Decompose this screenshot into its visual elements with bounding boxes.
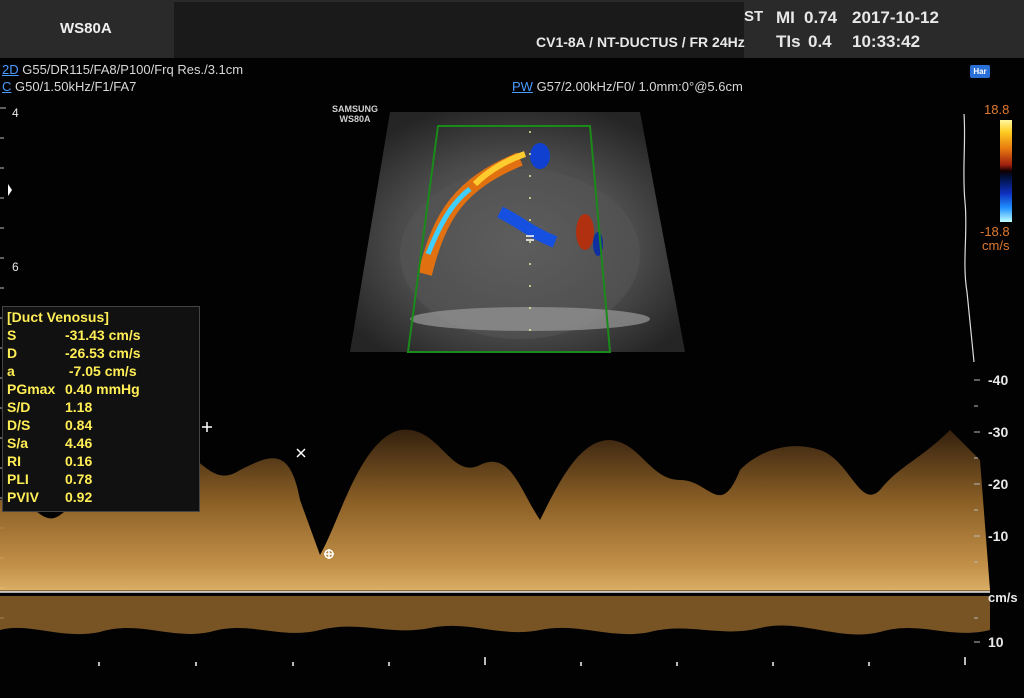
exam-date: 2017-10-12 — [852, 8, 939, 27]
logo-line-2: WS80A — [339, 114, 371, 124]
device-model: WS80A — [60, 20, 112, 37]
measurement-key: a — [7, 363, 15, 379]
tis-label: TIs — [776, 32, 801, 51]
measurement-value: 0.40 mmHg — [65, 381, 140, 397]
measurement-key: RI — [7, 453, 21, 469]
velocity-label-0: -40 — [988, 372, 1009, 388]
tis-value: 0.4 — [808, 32, 832, 51]
measurement-key: S/a — [7, 435, 29, 451]
measurement-value: -26.53 cm/s — [65, 345, 141, 361]
measurement-key: D — [7, 345, 18, 361]
measurement-row: PGmax 0.40 mmHg — [7, 380, 195, 398]
color-params-text: G50/1.50kHz/F1/FA7 — [11, 79, 137, 94]
measurement-row: S/D 1.18 — [7, 398, 195, 416]
measurement-value: 4.46 — [65, 435, 93, 451]
logo-line-1: SAMSUNG — [331, 104, 378, 114]
velocity-label-3: -10 — [988, 528, 1009, 544]
measurement-row: a -7.05 cm/s — [7, 362, 195, 380]
color-scale-unit: cm/s — [982, 238, 1010, 253]
color-mode-link[interactable]: C — [2, 79, 11, 94]
velocity-unit: cm/s — [988, 590, 1018, 605]
harmonic-badge[interactable]: Har — [970, 65, 990, 78]
measurement-row: PLI 0.78 — [7, 470, 195, 488]
measurement-title: [Duct Venosus] — [7, 309, 109, 325]
header-st-fragment: ST — [744, 8, 764, 25]
velocity-label-1: -30 — [988, 424, 1009, 440]
measurement-row: PVIV 0.92 — [7, 488, 195, 506]
depth-label-mid: 6 — [12, 260, 19, 274]
measurement-panel: [Duct Venosus] S -31.43 cm/s D -26.53 cm/s… — [2, 306, 200, 512]
samsung-logo: SAMSUNG WS80A — [330, 104, 380, 124]
measurement-key: D/S — [7, 417, 31, 433]
measurement-value: -31.43 cm/s — [65, 327, 141, 343]
measurement-key: S — [7, 327, 17, 343]
pw-mode-link[interactable]: PW — [512, 79, 533, 94]
measurement-value: -7.05 cm/s — [65, 363, 137, 379]
pw-params: PW G57/2.00kHz/F0/ 1.0mm:0°@5.6cm — [512, 79, 743, 94]
exam-time: 10:33:42 — [852, 32, 921, 51]
mi-value: 0.74 — [804, 8, 838, 27]
color-scale-top: 18.8 — [984, 102, 1010, 117]
color-velocity-bar — [1000, 120, 1012, 222]
twod-params: 2D G55/DR115/FA8/P100/Frq Res./3.1cm — [2, 62, 243, 77]
ecg-trace — [963, 113, 975, 363]
measurement-row: D/S 0.84 — [7, 416, 195, 434]
twod-mode-link[interactable]: 2D — [2, 62, 19, 77]
bmode-color-image — [350, 112, 685, 353]
twod-params-text: G55/DR115/FA8/P100/Frq Res./3.1cm — [18, 62, 244, 77]
measurement-value: 0.16 — [65, 453, 93, 469]
measurement-row: RI 0.16 — [7, 452, 195, 470]
measurement-key: PGmax — [7, 381, 56, 397]
measurement-value: 0.78 — [65, 471, 93, 487]
color-scale-bottom: -18.8 — [980, 224, 1010, 239]
depth-label-top: 4 — [12, 106, 19, 120]
focus-marker-icon — [8, 184, 12, 196]
ultrasound-screen: WS80A ST MI 0.74 2017-10-12 CV1-8A / NT-… — [0, 0, 1024, 698]
velocity-label-2: -20 — [988, 476, 1009, 492]
probe-preset: CV1-8A / NT-DUCTUS / FR 24Hz — [536, 34, 745, 50]
pw-params-text: G57/2.00kHz/F0/ 1.0mm:0°@5.6cm — [532, 79, 743, 94]
measurement-key: PVIV — [7, 489, 39, 505]
measurement-key: S/D — [7, 399, 31, 415]
measurement-row: S/a 4.46 — [7, 434, 195, 452]
measurement-value: 1.18 — [65, 399, 93, 415]
measurement-value: 0.84 — [65, 417, 93, 433]
color-params: C G50/1.50kHz/F1/FA7 — [2, 79, 136, 94]
measurement-key: PLI — [7, 471, 29, 487]
measurement-value: 0.92 — [65, 489, 93, 505]
measurement-row: D -26.53 cm/s — [7, 344, 195, 362]
velocity-label-4: 10 — [988, 634, 1004, 650]
mi-label: MI — [776, 8, 795, 27]
measurement-row: S -31.43 cm/s — [7, 326, 195, 344]
